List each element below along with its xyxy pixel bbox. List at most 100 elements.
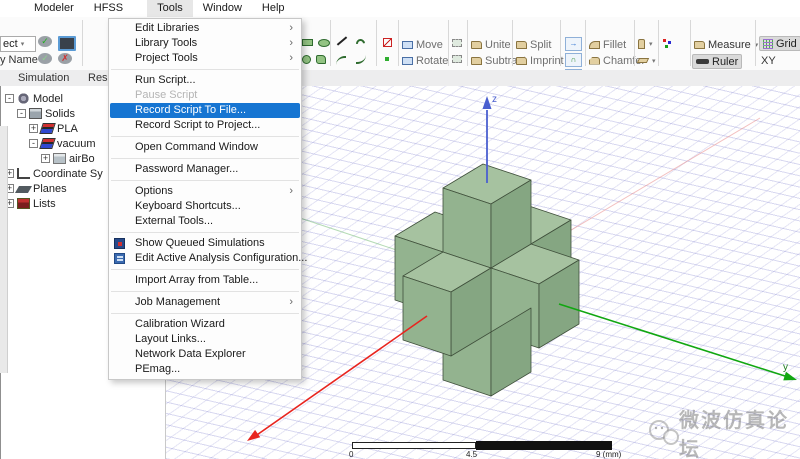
spline-icon[interactable] [356, 55, 366, 64]
delete-selection-icon[interactable]: ✗ [58, 53, 72, 64]
tab-simulation[interactable]: Simulation [18, 71, 69, 85]
menubar-item-hfss[interactable]: HFSS [84, 0, 133, 17]
analysis-config-icon [114, 253, 125, 264]
move-icon [402, 41, 413, 49]
select-checked-icon[interactable]: ✓ [38, 36, 52, 47]
subtract-icon [471, 57, 482, 65]
menu-item-job-management[interactable]: Job Management› [109, 295, 301, 310]
expand-icon[interactable]: + [41, 154, 50, 163]
menu-separator [111, 180, 299, 181]
tree-item-label: Model [33, 93, 63, 105]
select-faded-icon[interactable]: ✓ [38, 53, 52, 64]
menu-item-edit-libraries[interactable]: Edit Libraries› [109, 21, 301, 36]
menu-item-options[interactable]: Options› [109, 184, 301, 199]
rectangle-icon[interactable] [302, 39, 313, 46]
menu-item-keyboard-shortcuts[interactable]: Keyboard Shortcuts... [109, 199, 301, 214]
align-icon[interactable] [452, 39, 462, 47]
collapse-icon[interactable]: - [5, 94, 14, 103]
menu-separator [111, 269, 299, 270]
imprint-button[interactable]: Imprint [516, 54, 564, 67]
line-icon[interactable] [337, 36, 347, 45]
expand-icon[interactable]: + [29, 124, 38, 133]
menubar-item-tools[interactable]: Tools [147, 0, 193, 17]
menu-item-edit-active-analysis-configuration[interactable]: Edit Active Analysis Configuration... [109, 251, 301, 266]
menu-separator [111, 69, 299, 70]
rotate-button[interactable]: Rotate [402, 54, 448, 67]
y-axis-line [559, 304, 788, 377]
fillet-button[interactable]: Fillet [589, 38, 626, 51]
polygon-icon[interactable] [316, 55, 326, 64]
menu-item-external-tools[interactable]: External Tools... [109, 214, 301, 229]
select-type-combo[interactable]: ect ▾ [0, 36, 36, 52]
watermark-text: 微波仿真论坛 [679, 404, 800, 459]
menu-item-library-tools[interactable]: Library Tools› [109, 36, 301, 51]
circle-icon[interactable] [302, 55, 311, 64]
ellipse-icon[interactable] [318, 39, 330, 47]
select-by-name-label[interactable]: y Name [0, 54, 38, 66]
box-icon[interactable] [383, 38, 392, 47]
axes-icon[interactable] [663, 39, 666, 42]
point-icon[interactable] [385, 57, 389, 61]
collapse-icon[interactable]: - [17, 109, 26, 118]
grid-toggle[interactable]: Grid [759, 36, 800, 51]
scale-bar-white-segment [352, 442, 476, 449]
menu-separator [111, 232, 299, 233]
unite-button[interactable]: Unite [471, 38, 511, 51]
sweep-dropdown[interactable]: ▾ [638, 54, 656, 67]
chevron-down-icon: ▾ [652, 57, 656, 65]
highlight-visibility-icon[interactable] [58, 36, 76, 51]
menu-item-project-tools[interactable]: Project Tools› [109, 51, 301, 66]
measure-icon [694, 41, 705, 49]
submenu-arrow-icon: › [289, 51, 293, 66]
thicken-dropdown[interactable]: ▾ [638, 37, 653, 50]
chevron-down-icon: ▾ [19, 40, 35, 48]
fillet-icon [589, 41, 600, 49]
coordinate-system-icon [17, 168, 30, 179]
split-button[interactable]: Split [516, 38, 551, 51]
menu-item-run-script[interactable]: Run Script... [109, 73, 301, 88]
y-axis-label: y [783, 362, 788, 373]
menu-item-record-script-to-file[interactable]: Record Script To File... [110, 103, 300, 118]
menubar-item-window[interactable]: Window [193, 0, 252, 17]
z-axis-arrowhead [483, 96, 492, 109]
menu-item-show-queued-simulations[interactable]: Show Queued Simulations [109, 236, 301, 251]
menu-item-record-script-to-project[interactable]: Record Script to Project... [109, 118, 301, 133]
material-icon [39, 138, 56, 149]
chevron-down-icon: ▾ [649, 40, 653, 48]
arc-icon[interactable] [354, 37, 367, 50]
collapse-icon[interactable]: - [29, 139, 38, 148]
measure-dropdown[interactable]: Measure ▾ [694, 38, 758, 51]
scale-label-end: 9 (mm) [596, 450, 621, 459]
menu-item-calibration-wizard[interactable]: Calibration Wizard [109, 317, 301, 332]
menu-item-layout-links[interactable]: Layout Links... [109, 332, 301, 347]
curve-icon[interactable] [336, 56, 346, 65]
scale-label-middle: 4.5 [466, 450, 477, 459]
tree-item-label: vacuum [57, 138, 96, 150]
x-axis-arrowhead [247, 430, 260, 441]
submenu-arrow-icon: › [289, 36, 293, 51]
duplicate-icon[interactable] [452, 55, 462, 63]
detach-face-button[interactable]: ∩ [565, 53, 582, 66]
menu-bar: Modeler HFSS Tools Window Help [0, 0, 800, 17]
face-arrow-button[interactable]: → [565, 37, 582, 50]
imprint-icon [516, 57, 527, 65]
menu-item-import-array-from-table[interactable]: Import Array from Table... [109, 273, 301, 288]
grid-icon [763, 39, 773, 49]
y-axis-arrowhead [783, 372, 797, 381]
menu-separator [111, 313, 299, 314]
lists-icon [17, 198, 30, 209]
menu-item-open-command-window[interactable]: Open Command Window [109, 140, 301, 155]
menu-item-password-manager[interactable]: Password Manager... [109, 162, 301, 177]
scale-bar-black-segment [476, 441, 612, 450]
menu-item-pemag[interactable]: PEmag... [109, 362, 301, 377]
menubar-item-help[interactable]: Help [252, 0, 295, 17]
grid-plane-select[interactable]: XY [761, 54, 776, 67]
material-icon [39, 123, 56, 134]
menu-item-network-data-explorer[interactable]: Network Data Explorer [109, 347, 301, 362]
menubar-item-modeler[interactable]: Modeler [24, 0, 84, 17]
ruler-toggle[interactable]: Ruler [692, 54, 742, 69]
planes-icon [15, 186, 32, 193]
move-button[interactable]: Move [402, 38, 443, 51]
tree-item-label: PLA [57, 123, 78, 135]
split-icon [516, 41, 527, 49]
